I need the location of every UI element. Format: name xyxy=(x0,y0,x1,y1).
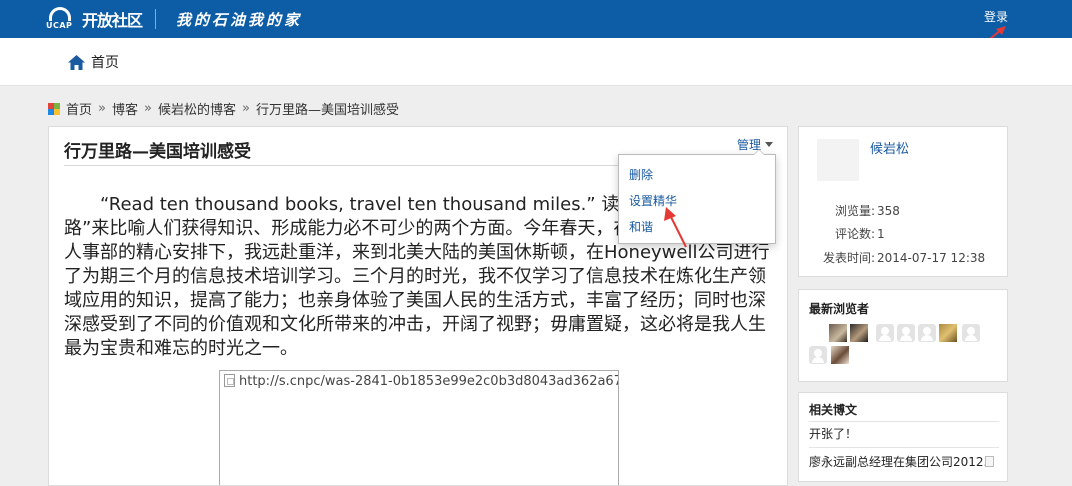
visitor-avatar[interactable] xyxy=(876,324,894,342)
breadcrumb-separator: » xyxy=(241,101,250,116)
author-name-link[interactable]: 候岩松 xyxy=(870,138,909,157)
nav-home-link[interactable]: 首页 xyxy=(68,52,119,72)
visitor-avatar[interactable] xyxy=(831,346,849,364)
related-posts-heading: 相关博文 xyxy=(809,403,858,417)
stat-label: 发表时间: xyxy=(822,251,875,265)
menu-item-delete[interactable]: 删除 xyxy=(629,166,653,183)
stat-value: 1 xyxy=(877,227,885,241)
breadcrumb-separator: » xyxy=(98,101,106,116)
related-divider xyxy=(809,421,999,422)
stat-value: 2014-07-17 12:38 xyxy=(877,251,986,265)
stat-value: 358 xyxy=(877,204,900,218)
post-image-placeholder: http://s.cnpc/was-2841-0b1853e99e2c0b3d8… xyxy=(219,370,619,485)
stat-comments: 评论数: 1 xyxy=(821,225,885,242)
related-post-link[interactable]: 开张了！ xyxy=(809,425,857,442)
nav-home-label: 首页 xyxy=(91,55,119,71)
visitor-avatar[interactable] xyxy=(939,324,957,342)
logo-divider xyxy=(155,9,156,29)
nav-bar: 首页 xyxy=(0,38,1072,86)
logo-badge-text: UCAP xyxy=(46,21,73,30)
home-icon xyxy=(68,54,85,70)
annotation-arrow-icon xyxy=(664,207,687,248)
image-url-text: http://s.cnpc/was-2841-0b1853e99e2c0b3d8… xyxy=(239,374,619,389)
top-bar: UCAP 开放社区 我的石油我的家 登录 xyxy=(0,0,1072,45)
visitor-avatar[interactable] xyxy=(962,324,980,342)
stat-publish-time: 发表时间: 2014-07-17 12:38 xyxy=(821,249,985,266)
stat-label: 浏览量: xyxy=(834,204,875,218)
ucap-logo-icon: UCAP xyxy=(46,7,76,31)
breadcrumb-separator: » xyxy=(144,101,152,116)
breadcrumb-current: 行万里路—美国培训感受 xyxy=(255,103,399,118)
stat-label: 评论数: xyxy=(834,227,875,241)
visitor-avatar[interactable] xyxy=(829,324,847,342)
visitor-avatar[interactable] xyxy=(897,324,915,342)
related-posts-card: 相关博文 开张了！ 廖永远副总经理在集团公司2012... xyxy=(798,392,1008,482)
logo-name: 开放社区 xyxy=(82,11,143,30)
breadcrumb-blog[interactable]: 博客 xyxy=(112,99,138,118)
breadcrumb-user-blog[interactable]: 候岩松的博客 xyxy=(158,99,236,118)
visitor-avatar[interactable] xyxy=(809,346,827,364)
broken-image-icon xyxy=(224,374,235,387)
author-card: 候岩松 浏览量: 358 评论数: 1 发表时间: 2014-07-17 12:38 xyxy=(798,126,1008,277)
related-post-link[interactable]: 廖永远副总经理在集团公司2012... xyxy=(809,453,995,470)
site-logo[interactable]: UCAP 开放社区 xyxy=(46,5,143,33)
visitor-avatar[interactable] xyxy=(918,324,936,342)
caret-up-icon xyxy=(753,149,765,155)
scroll-handle[interactable] xyxy=(985,456,994,467)
login-link[interactable]: 登录 xyxy=(984,8,1008,25)
post-title: 行万里路—美国培训感受 xyxy=(64,142,251,162)
recent-visitors-card: 最新浏览者 xyxy=(798,289,1008,382)
breadcrumb: 首页 » 博客 » 候岩松的博客 » 行万里路—美国培训感受 xyxy=(48,99,399,118)
recent-visitors-heading: 最新浏览者 xyxy=(809,302,870,316)
caret-down-icon xyxy=(765,142,774,147)
author-avatar[interactable] xyxy=(817,139,859,181)
manage-menu: 删除 设置精华 和谐 xyxy=(618,149,776,244)
breadcrumb-home[interactable]: 首页 xyxy=(66,99,92,118)
visitor-avatar[interactable] xyxy=(850,324,868,342)
menu-item-harmonize[interactable]: 和谐 xyxy=(629,218,653,235)
windows-grid-icon xyxy=(48,102,60,115)
related-divider xyxy=(809,447,999,448)
stat-views: 浏览量: 358 xyxy=(821,202,900,219)
site-slogan: 我的石油我的家 xyxy=(176,11,303,29)
